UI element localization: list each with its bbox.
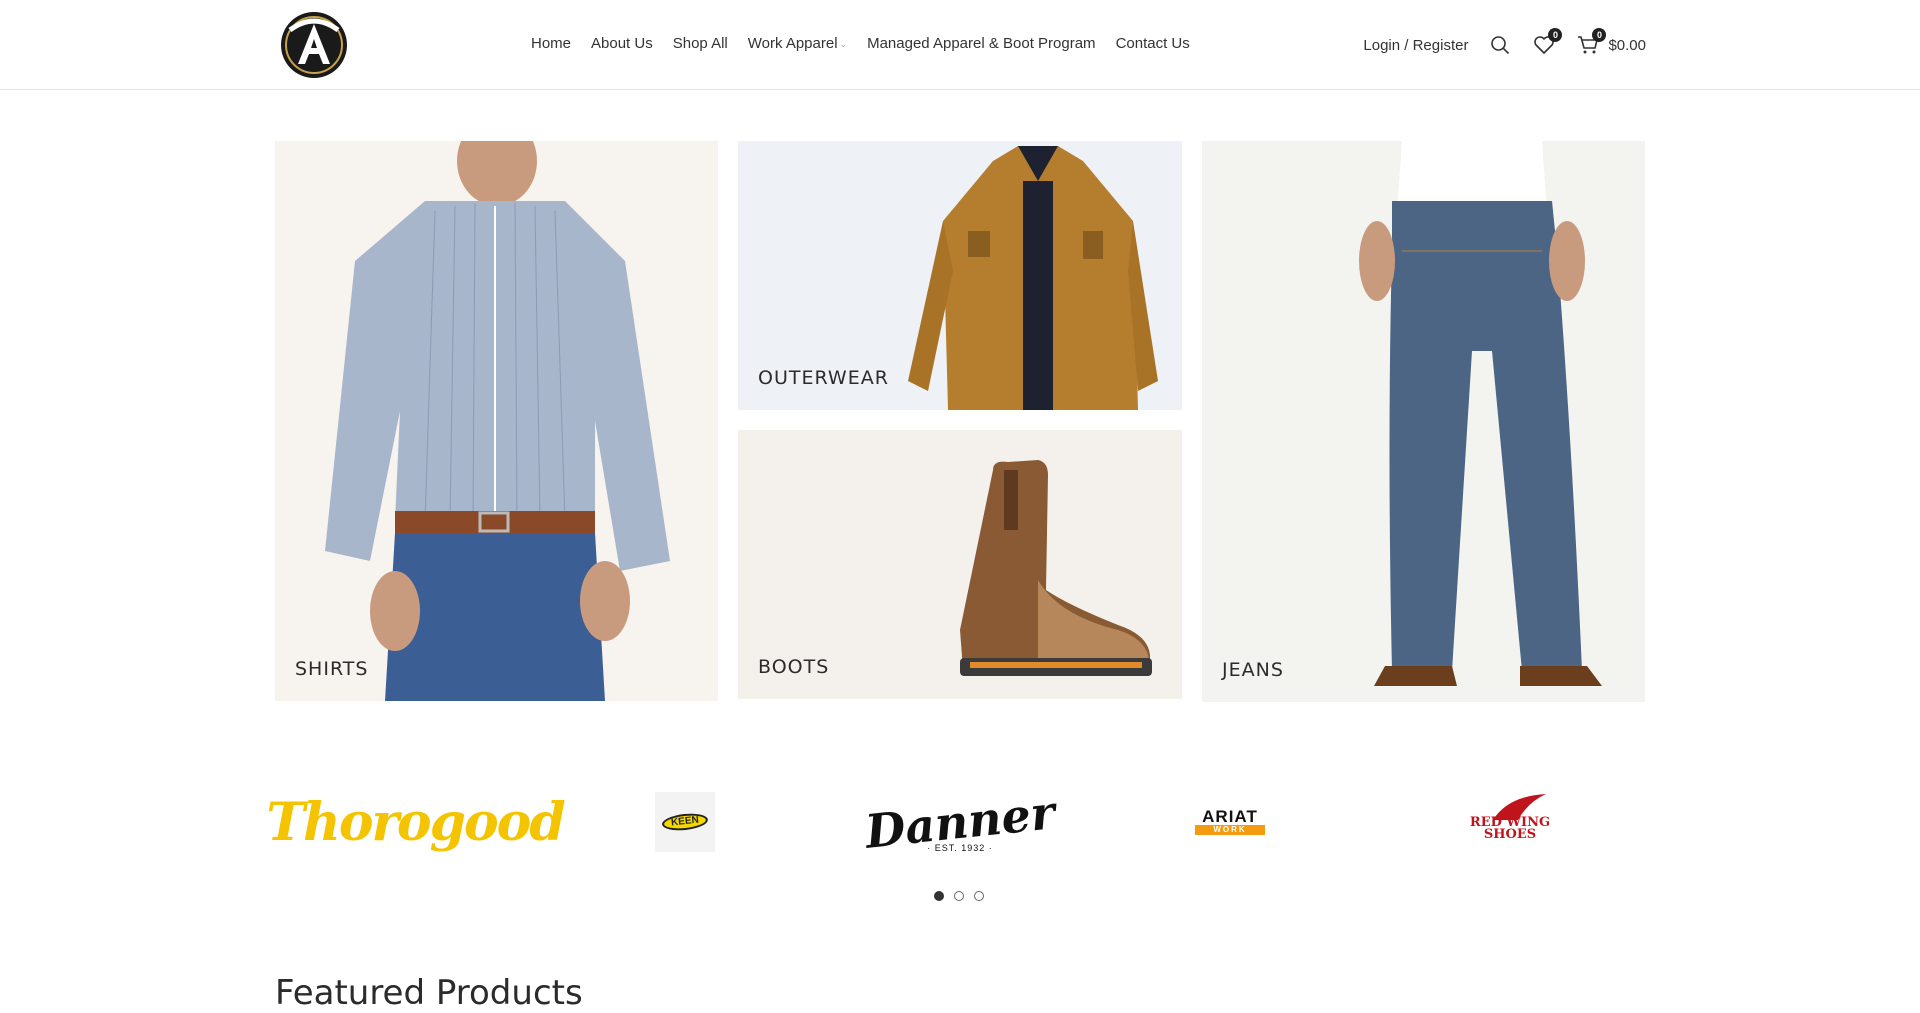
- nav-contact-us[interactable]: Contact Us: [1116, 34, 1190, 54]
- nav-work-apparel[interactable]: Work Apparel ⌄: [748, 34, 847, 54]
- cart-total[interactable]: $0.00: [1608, 37, 1646, 54]
- search-icon[interactable]: [1488, 33, 1512, 57]
- brand-logo-red-wing[interactable]: RED WING SHOES: [1460, 792, 1560, 852]
- nav-work-apparel-label: Work Apparel: [747, 35, 838, 52]
- category-tile-shirts[interactable]: SHIRTS: [275, 141, 718, 701]
- ariat-work: WORK: [1195, 825, 1265, 835]
- site-header: Home About Us Shop All Work Apparel ⌄ Man…: [0, 0, 1920, 90]
- keen-wordmark: KEEN: [661, 811, 709, 833]
- featured-products-title: Featured Products: [275, 973, 583, 1013]
- nav-about-us[interactable]: About Us: [591, 34, 653, 54]
- site-logo[interactable]: [278, 10, 350, 80]
- category-label-shirts: SHIRTS: [295, 658, 369, 680]
- nav-shop-all[interactable]: Shop All: [673, 34, 728, 54]
- brand-carousel: Thorogood KEEN Danner · EST. 1932 · ARIA…: [266, 780, 1645, 870]
- shirt-image: [275, 141, 718, 701]
- main-nav: Home About Us Shop All Work Apparel ⌄ Man…: [531, 34, 1210, 54]
- cart-icon[interactable]: 0: [1576, 28, 1607, 57]
- login-register-link[interactable]: Login / Register: [1363, 37, 1468, 54]
- wishlist-count-badge: 0: [1548, 28, 1563, 42]
- red-wing-line2: SHOES: [1483, 827, 1537, 842]
- carousel-dot-2[interactable]: [954, 891, 964, 901]
- carousel-dot-1[interactable]: [934, 891, 944, 901]
- header-actions: Login / Register 0 0 $0.00: [1363, 28, 1646, 62]
- nav-managed-apparel[interactable]: Managed Apparel & Boot Program: [867, 34, 1095, 54]
- jeans-image: [1202, 141, 1645, 702]
- carousel-pagination: [934, 891, 984, 901]
- carousel-dot-3[interactable]: [974, 891, 984, 901]
- cart-count-badge: 0: [1592, 28, 1607, 42]
- category-tile-outerwear[interactable]: OUTERWEAR: [738, 141, 1182, 410]
- wishlist-icon[interactable]: 0: [1532, 28, 1563, 57]
- danner-wordmark: Danner: [862, 785, 1058, 859]
- nav-home[interactable]: Home: [531, 34, 571, 54]
- category-tile-boots[interactable]: BOOTS: [738, 430, 1182, 699]
- category-label-boots: BOOTS: [758, 656, 830, 678]
- brand-logo-keen[interactable]: KEEN: [655, 792, 715, 852]
- chevron-down-icon: ⌄: [839, 39, 848, 50]
- brand-logo-thorogood[interactable]: Thorogood: [266, 792, 565, 853]
- category-label-jeans: JEANS: [1222, 659, 1284, 681]
- ariat-wordmark: ARIAT: [1202, 807, 1258, 826]
- red-wing-icon: [1493, 794, 1546, 820]
- category-label-outerwear: OUTERWEAR: [758, 367, 889, 389]
- brand-logo-ariat[interactable]: ARIAT WORK: [1195, 808, 1265, 836]
- category-tile-jeans[interactable]: JEANS: [1202, 141, 1645, 702]
- brand-logo-danner[interactable]: Danner · EST. 1932 ·: [863, 785, 1058, 860]
